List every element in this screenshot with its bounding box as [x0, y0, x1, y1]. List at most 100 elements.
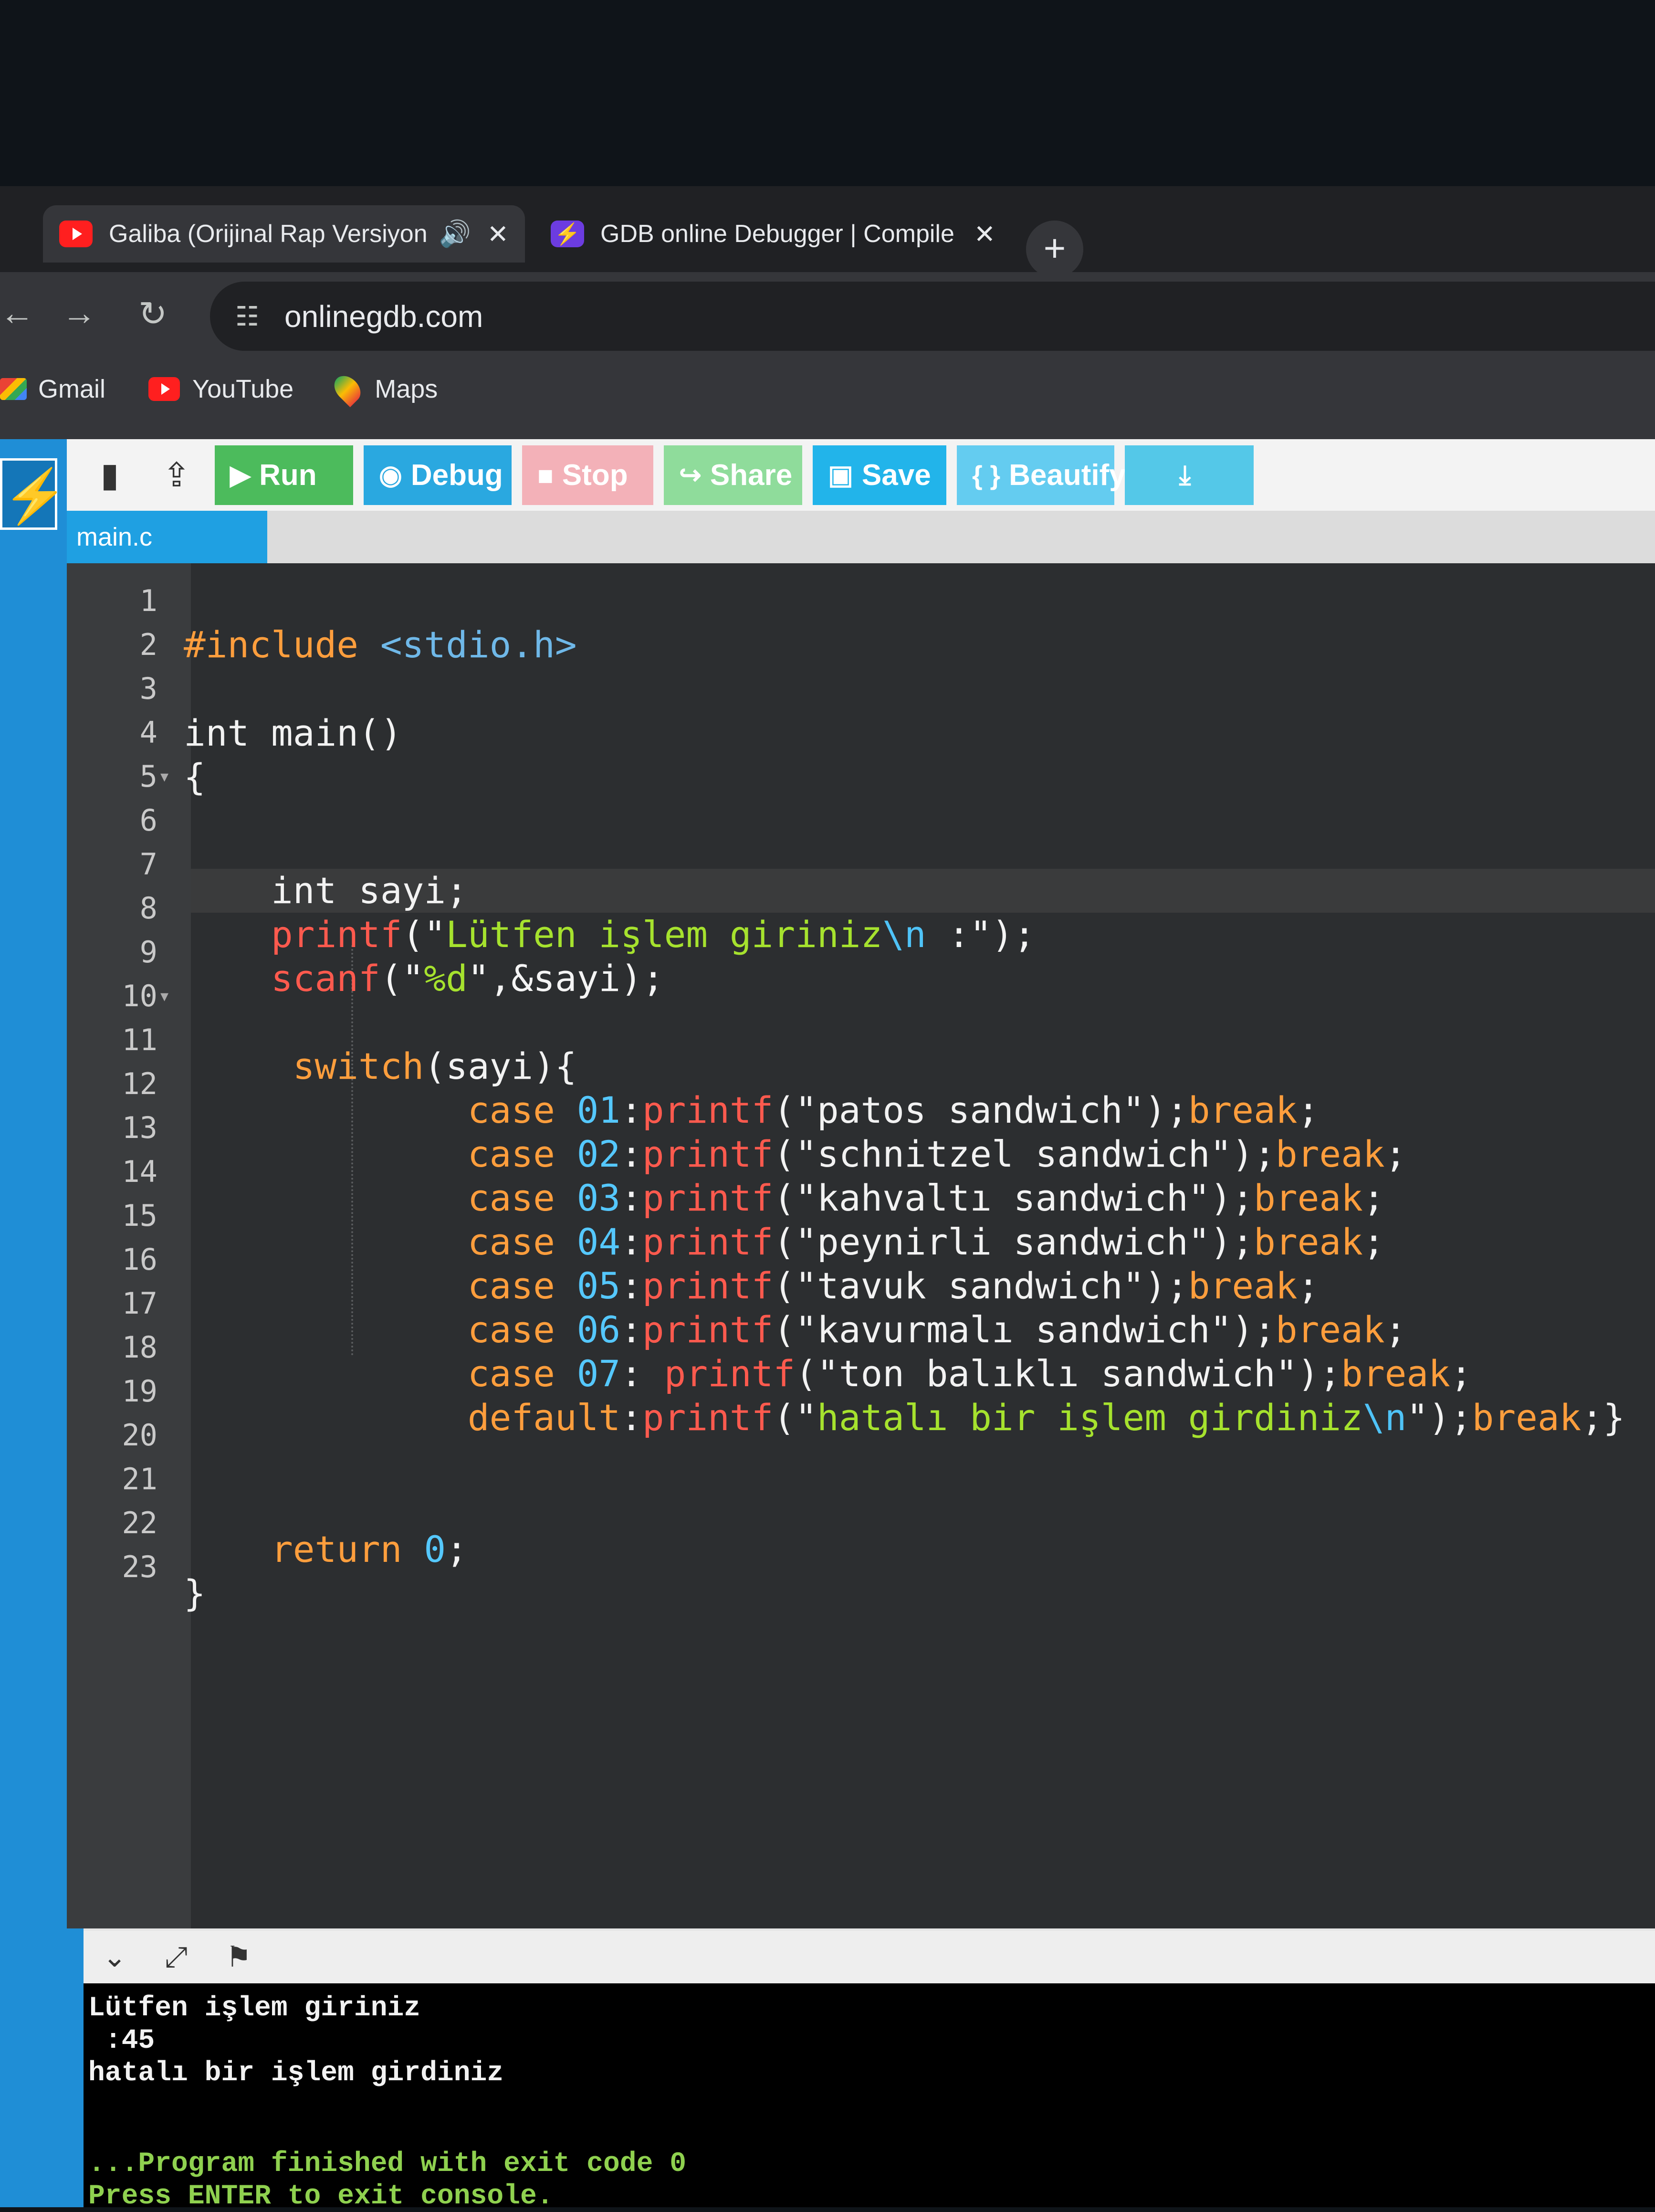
beautify-label: Beautify — [1009, 458, 1126, 492]
share-label: Share — [710, 458, 793, 492]
share-icon: ↪ — [679, 460, 702, 490]
download-icon: ⤓ — [1179, 459, 1191, 490]
bookmarks-bar: Gmail YouTube Maps — [0, 358, 1655, 420]
clear-console-icon[interactable]: ⚑ — [226, 1940, 251, 1974]
line-number: 11 — [122, 1022, 157, 1057]
output-console[interactable]: Lütfen işlem giriniz :45 hatalı bir işle… — [84, 1983, 1655, 2212]
address-bar[interactable]: ☷ onlinegdb.com — [210, 282, 1655, 351]
bookmark-label: YouTube — [192, 375, 294, 403]
tab-title: Galiba (Orijinal Rap Versiyon — [109, 220, 428, 248]
play-icon: ▶ — [230, 460, 251, 490]
code-line-13: case 03:printf("kahvaltı sandwich");brea… — [467, 1177, 1385, 1219]
line-number: 14 — [122, 1154, 157, 1189]
collapse-icon[interactable]: ⌄ — [103, 1940, 126, 1974]
line-number: 16 — [122, 1242, 157, 1277]
save-button[interactable]: ▣ Save — [813, 445, 946, 505]
line-number: 20 — [122, 1418, 157, 1453]
stop-label: Stop — [562, 458, 628, 492]
tab-onlinegdb[interactable]: ⚡ GDB online Debugger | Compile ✕ — [534, 205, 1012, 263]
debug-button[interactable]: ◉ Debug — [364, 445, 512, 505]
line-number: 7 — [139, 847, 157, 882]
site-settings-icon[interactable]: ☷ — [229, 298, 265, 335]
console-line: ...Program finished with exit code 0 — [88, 2149, 687, 2180]
line-number: 4 — [139, 715, 157, 750]
line-number: 18 — [122, 1330, 157, 1365]
line-number: 22 — [122, 1506, 157, 1540]
code-line-5: { — [184, 756, 206, 798]
console-line: hatalı bir işlem girdiniz — [88, 2058, 504, 2089]
url-text[interactable]: onlinegdb.com — [284, 299, 483, 334]
fold-arrow-icon[interactable]: ▾ — [160, 974, 168, 1018]
youtube-icon — [148, 377, 180, 401]
bookmark-label: Maps — [375, 375, 438, 403]
download-button[interactable]: ⤓ — [1125, 445, 1254, 505]
debug-icon: ◉ — [379, 460, 402, 490]
onlinegdb-logo[interactable]: ⚡ — [0, 458, 68, 530]
debug-label: Debug — [410, 458, 503, 492]
line-number: 1 — [139, 583, 157, 618]
code-line-21: return 0; — [271, 1528, 468, 1570]
file-tabs: main.c — [67, 511, 1655, 563]
line-number: 3 — [139, 671, 157, 706]
maps-icon — [329, 370, 366, 408]
back-icon[interactable]: ← — [0, 294, 34, 333]
browser-window: Galiba (Orijinal Rap Versiyon 🔊 ✕ ⚡ GDB … — [0, 186, 1655, 2212]
line-number: 21 — [122, 1462, 157, 1496]
bookmark-youtube[interactable]: YouTube — [148, 374, 293, 404]
new-file-icon[interactable]: ▮ — [76, 444, 143, 506]
code-line-17: case 07: printf("ton balıklı sandwich");… — [467, 1352, 1472, 1395]
gmail-icon — [0, 378, 27, 400]
line-number: 17 — [122, 1286, 157, 1321]
fold-arrow-icon[interactable]: ▾ — [160, 755, 168, 799]
line-number: 8 — [139, 891, 157, 926]
ide-toolbar: ▮ ⇪ ▶ Run ◉ Debug ■ Stop ↪ Share ▣ Save — [67, 439, 1655, 511]
console-line: Press ENTER to exit console. — [88, 2181, 554, 2212]
forward-icon[interactable]: → — [62, 294, 96, 333]
code-line-14: case 04:printf("peynirli sandwich");brea… — [467, 1221, 1385, 1263]
speaker-icon[interactable]: 🔊 — [439, 219, 471, 249]
close-tab-icon[interactable]: ✕ — [487, 219, 509, 249]
line-number: 15 — [122, 1198, 157, 1233]
console-toolbar: ⌄ ⤢ ⚑ — [84, 1931, 1655, 1983]
braces-icon: { } — [972, 460, 1001, 490]
tab-youtube[interactable]: Galiba (Orijinal Rap Versiyon 🔊 ✕ — [43, 205, 525, 263]
bookmark-gmail[interactable]: Gmail — [0, 374, 105, 404]
line-number: 19 — [122, 1374, 157, 1409]
file-tab-main-c[interactable]: main.c — [67, 511, 267, 563]
code-line-6: int sayi; — [271, 869, 468, 912]
line-number: 23 — [122, 1549, 157, 1584]
run-button[interactable]: ▶ Run — [215, 445, 353, 505]
code-line-8: scanf("%d",&sayi); — [271, 957, 664, 1000]
close-tab-icon[interactable]: ✕ — [974, 219, 995, 249]
bookmark-maps[interactable]: Maps — [329, 370, 438, 408]
beautify-button[interactable]: { } Beautify — [957, 445, 1126, 505]
code-editor[interactable]: 1 2 3 4 5 ▾ 6 7 8 9 10 ▾ 11 12 13 14 15 16 17 18 19 20 21 22 23 … — [67, 563, 1655, 1928]
line-number: 13 — [122, 1110, 157, 1145]
navigation-bar: ← → ↻ ☷ onlinegdb.com — [0, 272, 1655, 358]
new-tab-button[interactable]: + — [1026, 221, 1083, 278]
save-label: Save — [861, 458, 931, 492]
line-number: 9 — [139, 935, 157, 969]
console-line: Lütfen işlem giriniz — [88, 1993, 421, 2024]
run-label: Run — [259, 458, 317, 492]
code-line-15: case 05:printf("tavuk sandwich");break; — [467, 1264, 1320, 1307]
upload-icon[interactable]: ⇪ — [143, 444, 210, 506]
tab-strip: Galiba (Orijinal Rap Versiyon 🔊 ✕ ⚡ GDB … — [0, 186, 1655, 278]
code-line-16: case 06:printf("kavurmalı sandwich");bre… — [467, 1308, 1407, 1351]
share-button[interactable]: ↪ Share — [664, 445, 802, 505]
bookmark-label: Gmail — [38, 375, 106, 403]
reload-icon[interactable]: ↻ — [138, 294, 167, 334]
youtube-icon — [59, 221, 93, 247]
line-number: 12 — [122, 1066, 157, 1101]
line-number-gutter: 1 2 3 4 5 ▾ 6 7 8 9 10 ▾ 11 12 13 14 15 16 17 18 19 20 21 22 23 — [67, 563, 191, 1928]
line-number: 6 — [139, 803, 157, 838]
onlinegdb-icon: ⚡ — [551, 221, 584, 247]
code-line-18: default:printf("hatalı bir işlem girdini… — [467, 1396, 1625, 1439]
expand-icon[interactable]: ⤢ — [165, 1940, 188, 1974]
code-line-22: } — [184, 1572, 206, 1614]
line-number: 5 — [139, 759, 157, 794]
save-icon: ▣ — [828, 460, 853, 490]
onlinegdb-page: ⚡ ▮ ⇪ ▶ Run ◉ Debug ■ Stop ↪ Share ▣ Sav… — [0, 439, 1655, 2212]
code-line-12: case 02:printf("schnitzel sandwich");bre… — [467, 1133, 1407, 1175]
stop-button[interactable]: ■ Stop — [522, 445, 653, 505]
